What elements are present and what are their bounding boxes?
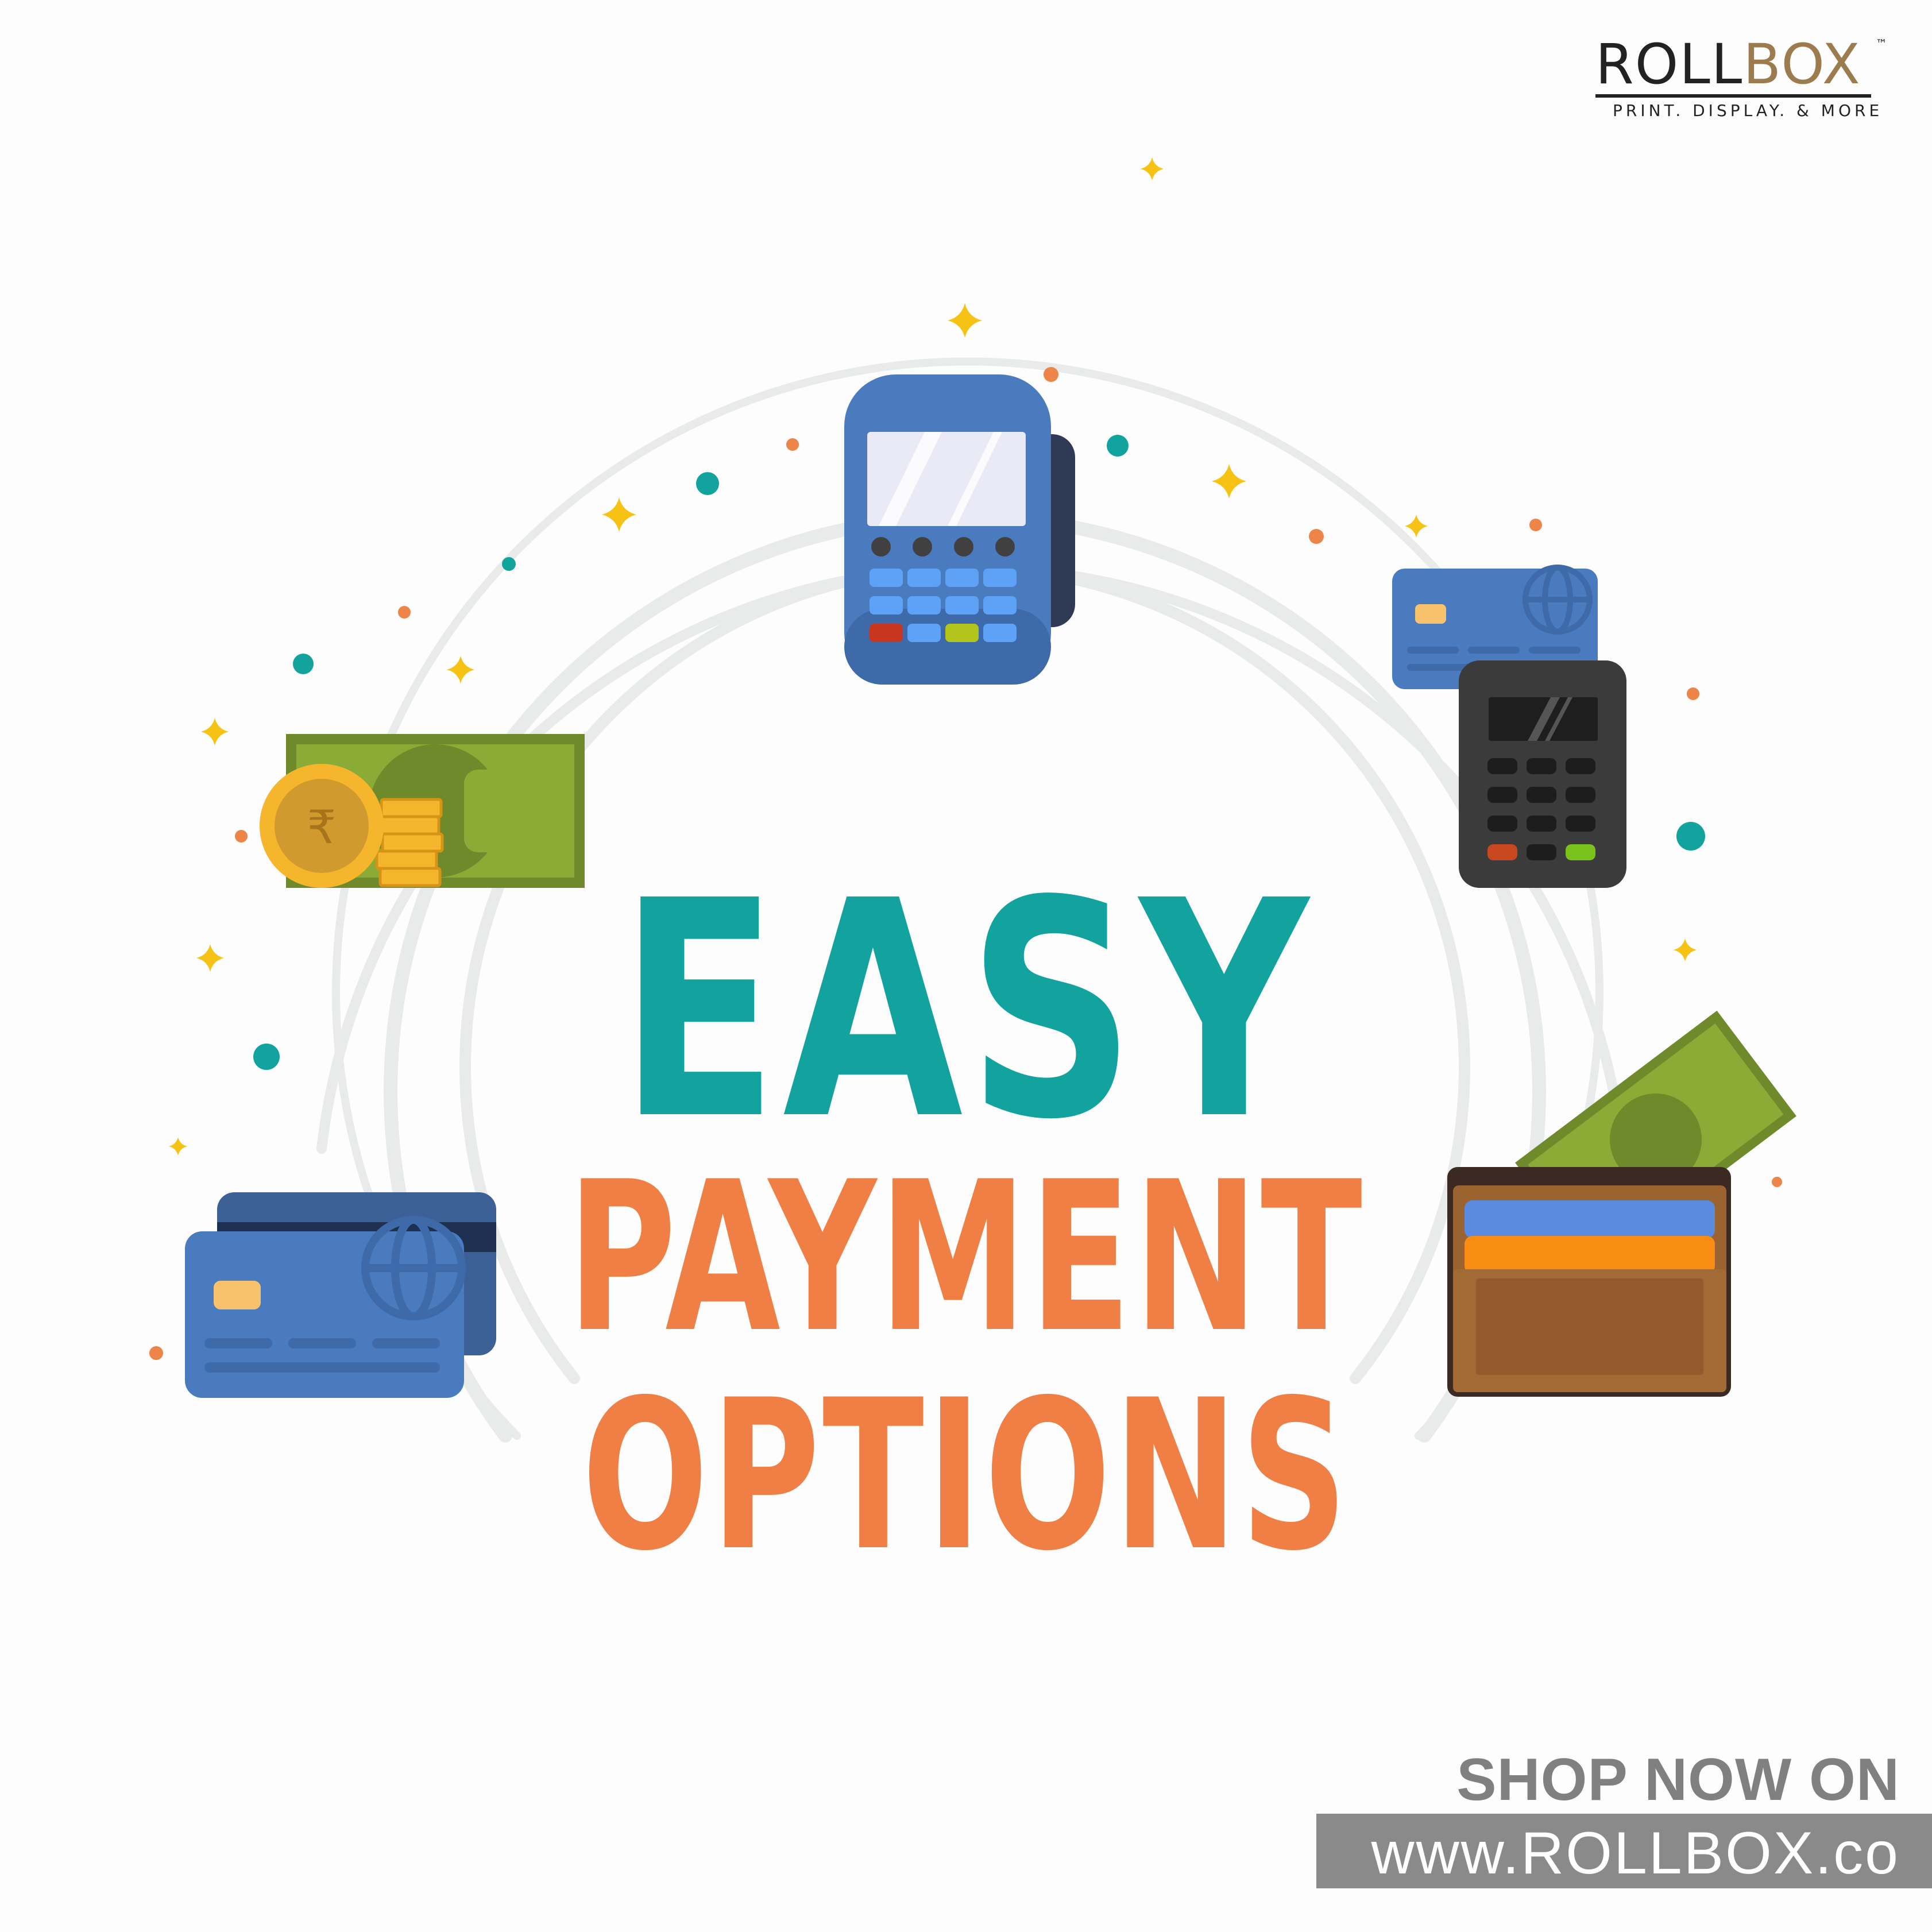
headline-easy: EASY	[619, 837, 1313, 1185]
logo-word-box: BOX	[1743, 32, 1861, 96]
shop-now-label: SHOP NOW ON	[1456, 1746, 1900, 1813]
brand-logo: ROLLBOX ™ PRINT. DISPLAY. & MORE	[1595, 37, 1887, 120]
logo-tagline: PRINT. DISPLAY. & MORE	[1613, 101, 1883, 120]
card-terminal-icon	[844, 374, 1075, 685]
headline-payment: PAYMENT	[567, 1137, 1365, 1378]
logo-wordmark: ROLLBOX	[1595, 37, 1883, 92]
card-reader-icon	[1392, 565, 1626, 888]
website-link[interactable]: www.ROLLBOX.co	[1371, 1819, 1900, 1888]
svg-text:₹: ₹	[307, 801, 337, 854]
logo-word-roll: ROLL	[1595, 32, 1744, 96]
trademark-symbol: ™	[1876, 37, 1887, 51]
payment-options-banner: ₹ ROLLBOX ™ PRINT. DISPLAY. & MORE EASY …	[0, 0, 1932, 1932]
headline-options: OPTIONS	[582, 1355, 1350, 1596]
